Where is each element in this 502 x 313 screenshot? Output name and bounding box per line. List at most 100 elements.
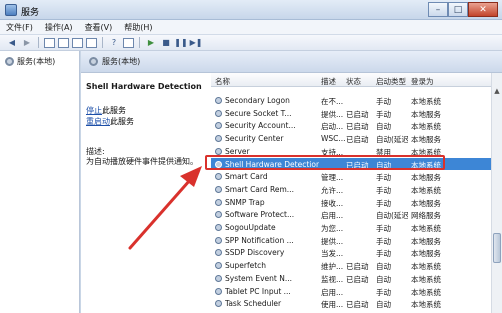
- service-logon-cell: 本地服务: [411, 249, 441, 259]
- toolbar-separator: [139, 37, 140, 48]
- vertical-scrollbar[interactable]: ▲: [491, 73, 502, 313]
- scroll-thumb[interactable]: [493, 233, 501, 263]
- description-text: 为自动播放硬件事件提供通知。: [86, 157, 198, 166]
- service-description-cell: 使用...: [321, 300, 344, 310]
- service-status-cell: 已启动: [346, 262, 369, 272]
- service-status-cell: 已启动: [346, 122, 369, 132]
- menu-file[interactable]: 文件(F): [6, 22, 33, 33]
- refresh-icon[interactable]: [72, 37, 83, 48]
- column-startup-type[interactable]: 启动类型: [376, 76, 406, 87]
- service-status-cell: 已启动: [346, 274, 369, 284]
- export-list-icon[interactable]: [86, 37, 97, 48]
- service-gear-icon: [215, 198, 222, 206]
- service-gear-icon: [215, 147, 222, 155]
- service-logon-cell: 本地服务: [411, 198, 441, 208]
- service-name-cell: Security Account...: [225, 121, 296, 131]
- restart-suffix: 此服务: [110, 117, 134, 126]
- service-description-cell: 允许...: [321, 185, 344, 195]
- show-pane-icon[interactable]: [123, 37, 134, 48]
- service-logon-cell: 本地服务: [411, 173, 441, 183]
- service-startup-cell: 手动: [376, 109, 391, 119]
- restart-link[interactable]: 重启动: [86, 117, 110, 126]
- forward-arrow-icon[interactable]: ▶: [21, 37, 33, 48]
- service-row[interactable]: SSDP Discovery 当发... 手动 本地服务: [211, 246, 491, 259]
- service-row[interactable]: SPP Notification ... 提供... 手动 本地服务: [211, 234, 491, 247]
- restart-service-icon[interactable]: ▶❚: [190, 37, 203, 48]
- services-app-icon: [5, 4, 17, 16]
- service-description-cell: 在不...: [321, 97, 344, 106]
- stop-service-icon[interactable]: ■: [160, 37, 172, 48]
- service-row[interactable]: System Event N... 监视... 已启动 自动 本地系统: [211, 272, 491, 285]
- properties-icon[interactable]: [58, 37, 69, 48]
- service-name-cell: System Event N...: [225, 273, 292, 283]
- service-logon-cell: 本地系统: [411, 224, 441, 233]
- service-name-cell: Task Scheduler: [225, 299, 282, 309]
- service-name-cell: Superfetch: [225, 261, 267, 271]
- service-gear-icon: [215, 97, 222, 104]
- highlight-box: [205, 155, 445, 170]
- service-logon-cell: 本地服务: [411, 135, 441, 145]
- scroll-up-icon[interactable]: ▲: [492, 87, 502, 97]
- column-name[interactable]: 名称: [215, 76, 230, 87]
- service-name-cell: Secondary Logon: [225, 96, 290, 105]
- service-row[interactable]: Secondary Logon 在不... 手动 本地系统: [211, 94, 491, 107]
- column-logon-as[interactable]: 登录为: [411, 76, 434, 87]
- service-logon-cell: 网络服务: [411, 211, 441, 221]
- service-logon-cell: 本地系统: [411, 122, 441, 132]
- selected-service-name: Shell Hardware Detection: [86, 82, 202, 91]
- panel-header: 服务(本地): [81, 51, 502, 73]
- service-name-cell: SSDP Discovery: [225, 248, 285, 258]
- service-startup-cell: 手动: [376, 236, 391, 246]
- console-tree-icon[interactable]: [44, 37, 55, 48]
- service-gear-icon: [215, 249, 222, 257]
- service-startup-cell: 自动(延迟...: [376, 135, 408, 145]
- column-description[interactable]: 描述: [321, 76, 336, 87]
- service-description-cell: 启用...: [321, 287, 344, 297]
- service-row[interactable]: Software Protect... 启用... 自动(延迟...网络服务: [211, 208, 491, 221]
- help-icon[interactable]: ?: [108, 37, 120, 48]
- service-row[interactable]: Task Scheduler 使用... 已启动 自动 本地系统: [211, 297, 491, 310]
- service-startup-cell: 自动: [376, 122, 391, 132]
- service-row[interactable]: SNMP Trap 接收... 手动 本地服务: [211, 196, 491, 209]
- close-button[interactable]: ✕: [468, 2, 498, 17]
- service-row[interactable]: Smart Card Rem... 允许... 手动 本地系统: [211, 183, 491, 196]
- back-arrow-icon[interactable]: ◀: [6, 37, 18, 48]
- service-name-cell: Secure Socket T...: [225, 108, 292, 118]
- column-status[interactable]: 状态: [346, 76, 361, 87]
- panel-title: 服务(本地): [102, 57, 141, 66]
- service-startup-cell: 手动: [376, 249, 391, 259]
- service-row[interactable]: SogouUpdate 为您... 手动 本地系统: [211, 221, 491, 234]
- list-header: 名称 描述 状态 启动类型 登录为: [211, 73, 491, 87]
- service-name-cell: Smart Card: [225, 172, 268, 182]
- service-gear-icon: [215, 274, 222, 282]
- tree-node-services-local[interactable]: 服务(本地): [5, 56, 55, 67]
- menu-view[interactable]: 查看(V): [85, 22, 113, 33]
- menu-help[interactable]: 帮助(H): [124, 22, 152, 33]
- service-row[interactable]: Smart Card 管理... 手动 本地服务: [211, 170, 491, 183]
- description-label: 描述:: [86, 147, 105, 156]
- service-description-cell: 启动...: [321, 122, 344, 132]
- service-description-cell: 当发...: [321, 249, 344, 259]
- service-startup-cell: 手动: [376, 97, 391, 106]
- minimize-button[interactable]: –: [428, 2, 448, 17]
- stop-suffix: 此服务: [102, 106, 126, 115]
- window-controls: – □ ✕: [428, 2, 498, 17]
- service-row[interactable]: Superfetch 维护... 已启动 自动 本地系统: [211, 259, 491, 272]
- toolbar-separator: [38, 37, 39, 48]
- extended-description-pane: Shell Hardware Detection 停止此服务 重启动此服务 描述…: [81, 73, 211, 313]
- service-startup-cell: 手动: [376, 198, 391, 208]
- menu-action[interactable]: 操作(A): [45, 22, 73, 33]
- menu-bar: 文件(F) 操作(A) 查看(V) 帮助(H): [0, 20, 502, 35]
- service-gear-icon: [215, 173, 222, 181]
- service-logon-cell: 本地系统: [411, 185, 441, 195]
- service-row[interactable]: Secure Socket T... 提供... 已启动 手动 本地服务: [211, 107, 491, 120]
- service-row[interactable]: Security Center WSC...已启动自动(延迟...本地服务: [211, 132, 491, 145]
- pause-service-icon[interactable]: ❚❚: [174, 37, 187, 48]
- stop-link[interactable]: 停止: [86, 106, 102, 115]
- service-gear-icon: [215, 262, 222, 270]
- service-row[interactable]: Tablet PC Input ... 启用... 手动 本地系统: [211, 285, 491, 298]
- service-row[interactable]: Security Account... 启动... 已启动 自动 本地系统: [211, 119, 491, 132]
- service-startup-cell: 自动: [376, 300, 391, 310]
- start-service-icon[interactable]: ▶: [145, 37, 157, 48]
- maximize-button[interactable]: □: [448, 2, 468, 17]
